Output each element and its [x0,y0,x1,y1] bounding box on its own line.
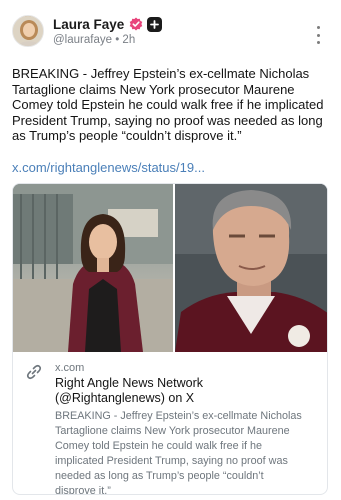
meta-separator: • [115,34,120,46]
author-meta: @laurafaye • 2h [53,34,162,46]
post-header: Laura Faye @laurafaye • 2h [12,12,329,52]
verified-badge-icon [129,17,143,31]
card-domain: x.com [55,362,85,374]
plus-badge-icon [147,16,163,32]
post-time[interactable]: 2h [122,34,135,46]
post-text: BREAKING - Jeffrey Epstein’s ex-cellmate… [12,66,324,143]
card-image-right [174,184,327,352]
avatar[interactable] [12,15,44,47]
card-images[interactable] [13,184,327,352]
link-preview-card[interactable]: x.com Right Angle News Network (@Rightan… [12,183,328,495]
author-handle[interactable]: @laurafaye [53,34,112,46]
more-vertical-icon[interactable] [313,26,323,44]
card-meta: x.com Right Angle News Network (@Rightan… [13,352,327,495]
link-icon [26,364,42,380]
card-description: BREAKING - Jeffrey Epstein’s ex-cellmate… [55,410,302,495]
card-image-left [13,184,173,352]
author-name[interactable]: Laura Faye [53,17,124,32]
post-link[interactable]: x.com/rightanglenews/status/19... [12,160,329,175]
card-title[interactable]: Right Angle News Network (@Rightanglenew… [55,376,295,406]
